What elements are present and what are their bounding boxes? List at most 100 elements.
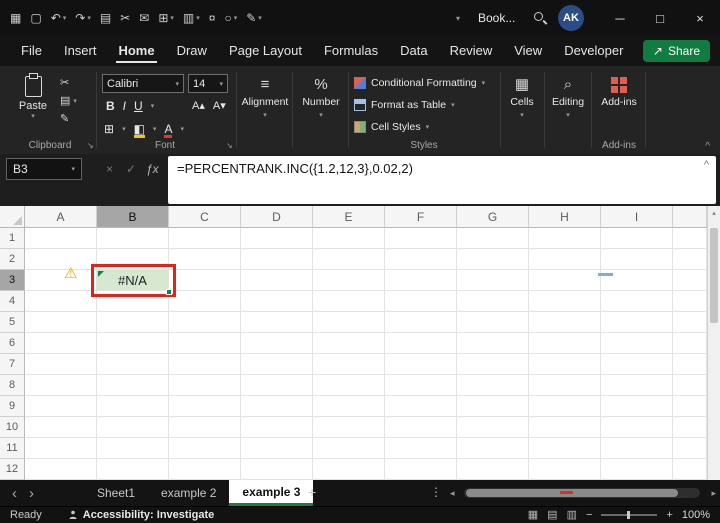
borders-button[interactable]: ⊞ (104, 122, 114, 136)
cell-A9[interactable] (25, 396, 97, 417)
cell-B9[interactable] (97, 396, 169, 417)
row-header-8[interactable]: 8 (0, 375, 25, 396)
cell-I10[interactable] (601, 417, 673, 438)
vscroll-thumb[interactable] (710, 228, 718, 323)
cell-F12[interactable] (385, 459, 457, 480)
sheet-tab-sheet1[interactable]: Sheet1 (84, 480, 148, 506)
cell-G1[interactable] (457, 228, 529, 249)
cell-B11[interactable] (97, 438, 169, 459)
row-header-9[interactable]: 9 (0, 396, 25, 417)
menu-tab-draw[interactable]: Draw (166, 36, 218, 66)
cell-C3[interactable] (169, 270, 241, 291)
menu-tab-home[interactable]: Home (107, 36, 165, 66)
cancel-icon[interactable]: × (106, 162, 113, 176)
collapse-formula-bar-icon[interactable]: ^ (704, 159, 709, 171)
sheet-tab-example-2[interactable]: example 2 (148, 480, 229, 506)
row-header-12[interactable]: 12 (0, 459, 25, 480)
cell-A12[interactable] (25, 459, 97, 480)
insert-function-icon[interactable]: ƒx (146, 162, 159, 176)
cell-C10[interactable] (169, 417, 241, 438)
collapse-ribbon-icon[interactable]: ^ (705, 141, 710, 152)
style-button-conditional-formatting[interactable]: Conditional Formatting ▾ (354, 75, 485, 91)
cell-C4[interactable] (169, 291, 241, 312)
cell-A2[interactable] (25, 249, 97, 270)
warning-icon[interactable]: ⚠ (64, 266, 77, 281)
style-button-cell-styles[interactable]: Cell Styles ▾ (354, 119, 429, 135)
number-caret-icon[interactable]: ▾ (296, 111, 346, 119)
hscroll-track[interactable] (464, 488, 700, 498)
avatar[interactable]: AK (558, 5, 584, 31)
cell-I2[interactable] (601, 249, 673, 270)
cell-A8[interactable] (25, 375, 97, 396)
fill-handle[interactable] (166, 289, 172, 295)
cell-I12[interactable] (601, 459, 673, 480)
mail-icon[interactable]: ✉ (139, 12, 149, 24)
cell-F6[interactable] (385, 333, 457, 354)
cell-H10[interactable] (529, 417, 601, 438)
editing-group-button[interactable]: ⌕ Editing ▾ (546, 74, 590, 119)
cell-C2[interactable] (169, 249, 241, 270)
draw-icon[interactable]: ✎ ▾ (246, 12, 262, 24)
sheet-options-icon[interactable]: ⋮ (430, 485, 442, 499)
cell-D2[interactable] (241, 249, 313, 270)
menu-tab-view[interactable]: View (503, 36, 553, 66)
cell-G9[interactable] (457, 396, 529, 417)
menu-tab-page-layout[interactable]: Page Layout (218, 36, 313, 66)
zoom-slider-thumb[interactable] (627, 511, 631, 519)
font-name-caret-icon[interactable]: ▾ (175, 80, 179, 88)
select-all-corner[interactable] (0, 206, 25, 228)
font-size-caret-icon[interactable]: ▾ (219, 80, 223, 88)
row-header-7[interactable]: 7 (0, 354, 25, 375)
cell-B7[interactable] (97, 354, 169, 375)
scroll-left-icon[interactable]: ◂ (450, 488, 455, 499)
cell-E9[interactable] (313, 396, 385, 417)
cell-I1[interactable] (601, 228, 673, 249)
cell-E3[interactable] (313, 270, 385, 291)
cell-H1[interactable] (529, 228, 601, 249)
cell-H3[interactable] (529, 270, 601, 291)
cell-G10[interactable] (457, 417, 529, 438)
alignment-caret-icon[interactable]: ▾ (240, 111, 290, 119)
cell-E6[interactable] (313, 333, 385, 354)
cell-F1[interactable] (385, 228, 457, 249)
cell-H8[interactable] (529, 375, 601, 396)
page-layout-view-icon[interactable]: ▤ (547, 509, 557, 521)
apps-grid-icon[interactable]: ▦ (10, 12, 21, 24)
cell-F3[interactable] (385, 270, 457, 291)
record-icon[interactable]: ○ ▾ (224, 12, 237, 24)
enter-icon[interactable]: ✓ (126, 162, 136, 176)
underline-button[interactable]: U (134, 99, 143, 113)
paste-button[interactable]: Paste ▾ (12, 73, 54, 120)
cell-E5[interactable] (313, 312, 385, 333)
cell-G5[interactable] (457, 312, 529, 333)
cell-E2[interactable] (313, 249, 385, 270)
cells-caret-icon[interactable]: ▾ (502, 111, 542, 119)
cell-D4[interactable] (241, 291, 313, 312)
sheet-tab-example-3[interactable]: example 3 (229, 480, 314, 506)
cell-F10[interactable] (385, 417, 457, 438)
column-header-C[interactable]: C (169, 206, 241, 228)
cell-C8[interactable] (169, 375, 241, 396)
row-header-11[interactable]: 11 (0, 438, 25, 459)
share-button[interactable]: ↗ Share (642, 40, 710, 62)
cell-I11[interactable] (601, 438, 673, 459)
cell-D8[interactable] (241, 375, 313, 396)
menu-tab-insert[interactable]: Insert (53, 36, 108, 66)
scroll-up-icon[interactable]: ▴ (708, 209, 720, 217)
fill-color-caret-icon[interactable]: ▾ (153, 125, 157, 133)
cell-E11[interactable] (313, 438, 385, 459)
cut-icon[interactable]: ✂ (120, 12, 130, 24)
cell-E4[interactable] (313, 291, 385, 312)
cell-F7[interactable] (385, 354, 457, 375)
editing-caret-icon[interactable]: ▾ (546, 111, 590, 119)
cell-C7[interactable] (169, 354, 241, 375)
zoom-level[interactable]: 100% (682, 509, 710, 521)
cell-H5[interactable] (529, 312, 601, 333)
cell-B8[interactable] (97, 375, 169, 396)
shrink-font-button[interactable]: A▾ (213, 99, 226, 112)
cell-G12[interactable] (457, 459, 529, 480)
font-color-caret-icon[interactable]: ▾ (180, 125, 184, 133)
row-header-2[interactable]: 2 (0, 249, 25, 270)
cell-H12[interactable] (529, 459, 601, 480)
redo-icon[interactable]: ↷ ▾ (75, 12, 91, 24)
